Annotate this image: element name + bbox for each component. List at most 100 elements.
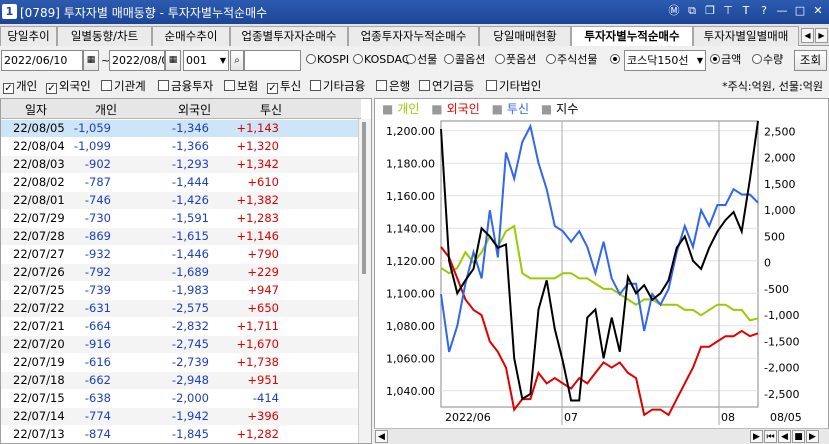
table-row[interactable]: 22/08/05 -1,059 -1,346 +1,143 [1, 120, 358, 137]
cell-date: 22/07/29 [13, 211, 65, 225]
cell-date: 22/07/26 [13, 265, 65, 279]
tab-sector-investor[interactable]: 업종별투자자순매수 [230, 26, 348, 46]
table-row[interactable]: 22/07/19 -616 -2,739 +1,738 [1, 354, 358, 371]
kosdaq150-select[interactable]: 코스닥150선 ▼ [624, 50, 706, 71]
filter-other-finance[interactable]: 기타금융 [310, 78, 365, 94]
scrollbar-thumb[interactable] [362, 122, 366, 274]
filter-institution[interactable]: 기관계 [101, 78, 146, 94]
filter-bank[interactable]: 은행 [376, 78, 410, 94]
radio-amount[interactable]: 금액 [710, 51, 741, 69]
table-row[interactable]: 22/08/02 -787 -1,444 +610 [1, 174, 358, 191]
cell-trust: +1,146 [236, 229, 279, 243]
next-page-icon[interactable]: ▶ [806, 430, 819, 443]
cell-trust: +1,670 [236, 337, 279, 351]
tab-investor-daily[interactable]: 투자자별일별매매 [693, 26, 799, 46]
filter-foreign[interactable]: ✓ 외국인 [46, 78, 91, 94]
radio-futures[interactable]: 선물 [406, 51, 437, 69]
cell-date: 22/08/03 [13, 157, 65, 171]
tab-investor-cumulative[interactable]: 투자자별누적순매수 [571, 26, 693, 46]
tab-right-arrow-icon[interactable]: ▶ [815, 28, 828, 43]
scroll-right-icon[interactable]: ▶ [750, 430, 763, 443]
end-date-input[interactable]: 2022/08/07 [109, 50, 165, 71]
text-icon[interactable]: T [739, 4, 753, 18]
table-scrollbar[interactable] [358, 119, 371, 443]
pin-icon[interactable]: ⊤ [721, 4, 735, 18]
query-button[interactable]: 조회 [794, 50, 827, 71]
filter-label: 기관계 [114, 79, 146, 93]
chart-scrollbar[interactable]: ◀ ▶ ⏮ ◀ ■ ▶ [374, 428, 829, 444]
cell-date: 22/07/20 [13, 337, 65, 351]
filter-other-corp[interactable]: 기타법인 [486, 78, 541, 94]
m-icon[interactable]: Ⓜ [667, 4, 681, 18]
close-icon[interactable]: ✕ [811, 4, 825, 18]
radio-dot-icon [406, 54, 416, 64]
table-row[interactable]: 22/07/29 -730 -1,591 +1,283 [1, 210, 358, 227]
filter-individual[interactable]: ✓ 개인 [3, 78, 37, 94]
table-row[interactable]: 22/07/26 -792 -1,689 +229 [1, 264, 358, 281]
radio-put-option[interactable]: 풋옵션 [495, 51, 536, 69]
filter-trust[interactable]: ✓ 투신 [267, 78, 301, 94]
code-select[interactable]: 001 ▼ [183, 50, 229, 71]
table-row[interactable]: 22/07/15 -638 -2,000 -414 [1, 390, 358, 407]
start-date-input[interactable]: 2022/06/10 [1, 50, 83, 71]
kosdaq150-label: 코스닥150선 [627, 54, 689, 67]
radio-kosdaq[interactable]: KOSDAQ [353, 51, 411, 69]
table-row[interactable]: 22/07/21 -664 -2,832 +1,711 [1, 318, 358, 335]
cell-foreign: -2,575 [171, 301, 209, 315]
radio-call-option[interactable]: 콜옵션 [444, 51, 485, 69]
table-row[interactable]: 22/07/18 -662 -2,948 +951 [1, 372, 358, 389]
copy-icon[interactable]: ❐ [703, 4, 717, 18]
table-row[interactable]: 22/07/25 -739 -1,983 +947 [1, 282, 358, 299]
filter-pension[interactable]: 연기금등 [419, 78, 474, 94]
radio-quantity[interactable]: 수량 [752, 51, 783, 69]
tab-net-buy-trend[interactable]: 순매수추이 [152, 26, 230, 46]
radio-kospi[interactable]: KOSPI [306, 51, 349, 69]
radio-label: 금액 [721, 53, 742, 66]
prev-page-icon[interactable]: ◀ [778, 430, 791, 443]
help-icon[interactable]: ? [757, 4, 771, 18]
radio-kosdaq150[interactable] [610, 51, 621, 69]
checkbox-icon [101, 80, 112, 91]
maximize-icon[interactable]: □ [793, 4, 807, 18]
table-row[interactable]: 22/07/20 -916 -2,745 +1,670 [1, 336, 358, 353]
table-row[interactable]: 22/08/03 -902 -1,293 +1,342 [1, 156, 358, 173]
tab-daily-chart[interactable]: 일별동향/차트 [57, 26, 152, 46]
legend-label: 개인 [397, 102, 420, 116]
scroll-left-icon[interactable]: ◀ [375, 430, 388, 443]
search-icon[interactable]: ⌕ [230, 50, 244, 71]
stop-icon[interactable]: ■ [792, 430, 805, 443]
cell-foreign: -2,745 [171, 337, 209, 351]
legend-label: 투신 [506, 102, 529, 116]
first-page-icon[interactable]: ⏮ [764, 430, 777, 443]
table-row[interactable]: 22/07/13 -874 -1,845 +1,282 [1, 426, 358, 443]
chevron-down-icon: ▼ [219, 56, 226, 65]
table-row[interactable]: 22/07/22 -631 -2,575 +650 [1, 300, 358, 317]
tab-daily-trades[interactable]: 당일매매현황 [479, 26, 571, 46]
table-row[interactable]: 22/08/01 -746 -1,426 +1,382 [1, 192, 358, 209]
tab-sector-cumulative[interactable]: 업종투자자누적순매수 [348, 26, 479, 46]
cell-foreign: -1,446 [171, 247, 209, 261]
filter-insurance[interactable]: 보험 [224, 78, 258, 94]
filter-financial[interactable]: 금융투자 [158, 78, 213, 94]
legend-item: ■ 지수 [541, 102, 582, 116]
table-row[interactable]: 22/07/27 -932 -1,446 +790 [1, 246, 358, 263]
cell-foreign: -2,832 [171, 319, 209, 333]
start-calendar-icon[interactable]: ▦ [83, 50, 99, 71]
tab-daily-trend[interactable]: 당일추이 [0, 26, 57, 46]
table-row[interactable]: 22/07/14 -774 -1,942 +396 [1, 408, 358, 425]
cell-foreign: -1,444 [171, 175, 209, 189]
end-calendar-icon[interactable]: ▦ [165, 50, 181, 71]
cell-date: 22/07/15 [13, 391, 65, 405]
link-icon[interactable]: ⧉ [685, 4, 699, 18]
tab-left-arrow-icon[interactable]: ◀ [801, 28, 814, 43]
cell-foreign: -1,689 [171, 265, 209, 279]
right-axis-tick: -1,500 [764, 335, 799, 348]
table-row[interactable]: 22/08/04 -1,099 -1,366 +1,320 [1, 138, 358, 155]
cell-individual: -1,059 [73, 121, 111, 135]
legend-square-icon: ■ [382, 102, 394, 116]
name-input[interactable] [244, 50, 301, 71]
cell-date: 22/07/25 [13, 283, 65, 297]
radio-stock-futures[interactable]: 주식선물 [546, 51, 597, 69]
table-row[interactable]: 22/07/28 -869 -1,615 +1,146 [1, 228, 358, 245]
minimize-icon[interactable]: — [775, 4, 789, 18]
